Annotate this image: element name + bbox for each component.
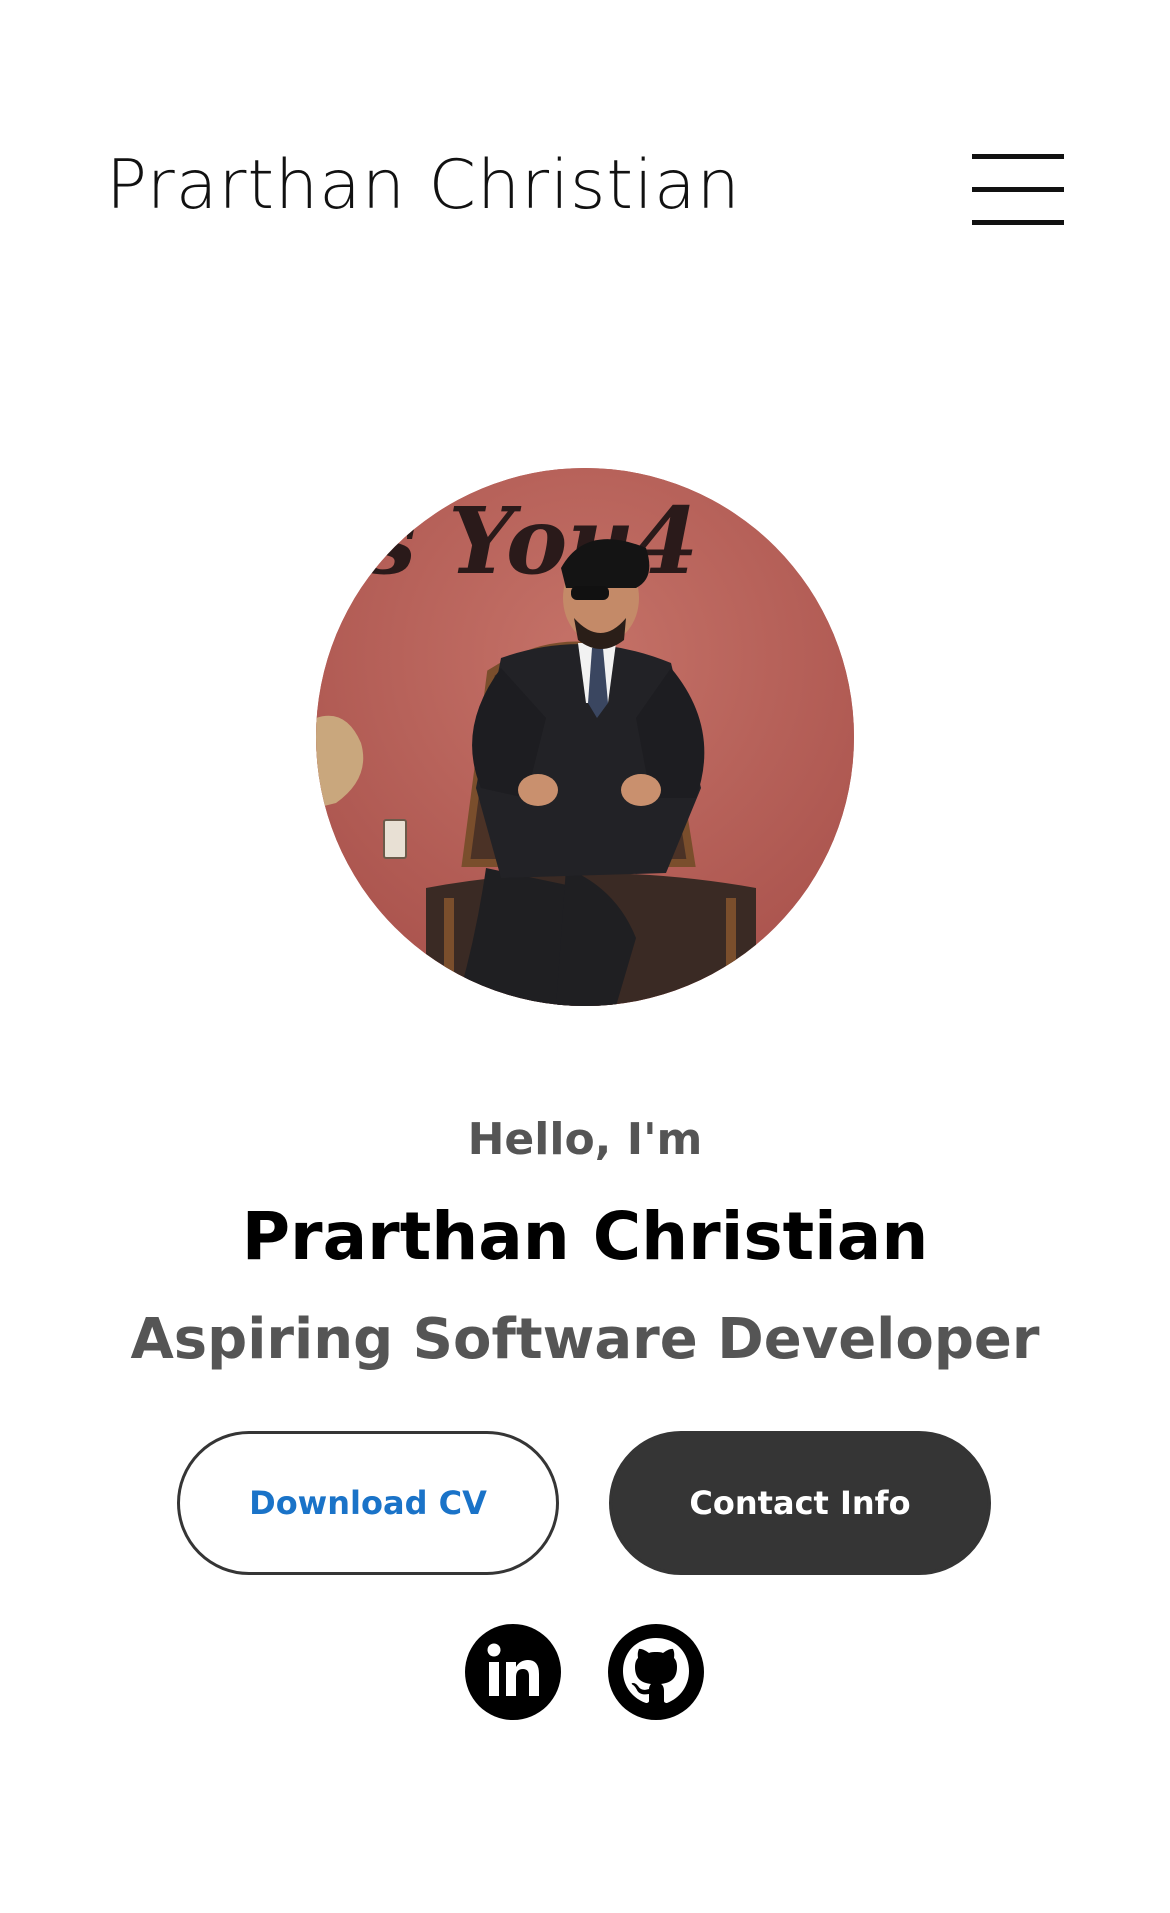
hamburger-menu-icon[interactable] (972, 152, 1064, 228)
greeting-text: Hello, I'm (467, 1114, 703, 1165)
hamburger-line (972, 154, 1064, 159)
contact-info-button[interactable]: Contact Info (609, 1431, 991, 1575)
role-title: Aspiring Software Developer (130, 1307, 1040, 1372)
site-header: Prarthan Christian (0, 0, 1170, 300)
profile-photo: es You4 (316, 468, 854, 1006)
github-icon[interactable] (608, 1624, 704, 1720)
download-cv-button[interactable]: Download CV (177, 1431, 559, 1575)
hero-name: Prarthan Christian (241, 1198, 929, 1275)
hamburger-line (972, 220, 1064, 225)
hamburger-line (972, 187, 1064, 192)
site-logo[interactable]: Prarthan Christian (106, 146, 741, 226)
linkedin-icon[interactable] (465, 1624, 561, 1720)
